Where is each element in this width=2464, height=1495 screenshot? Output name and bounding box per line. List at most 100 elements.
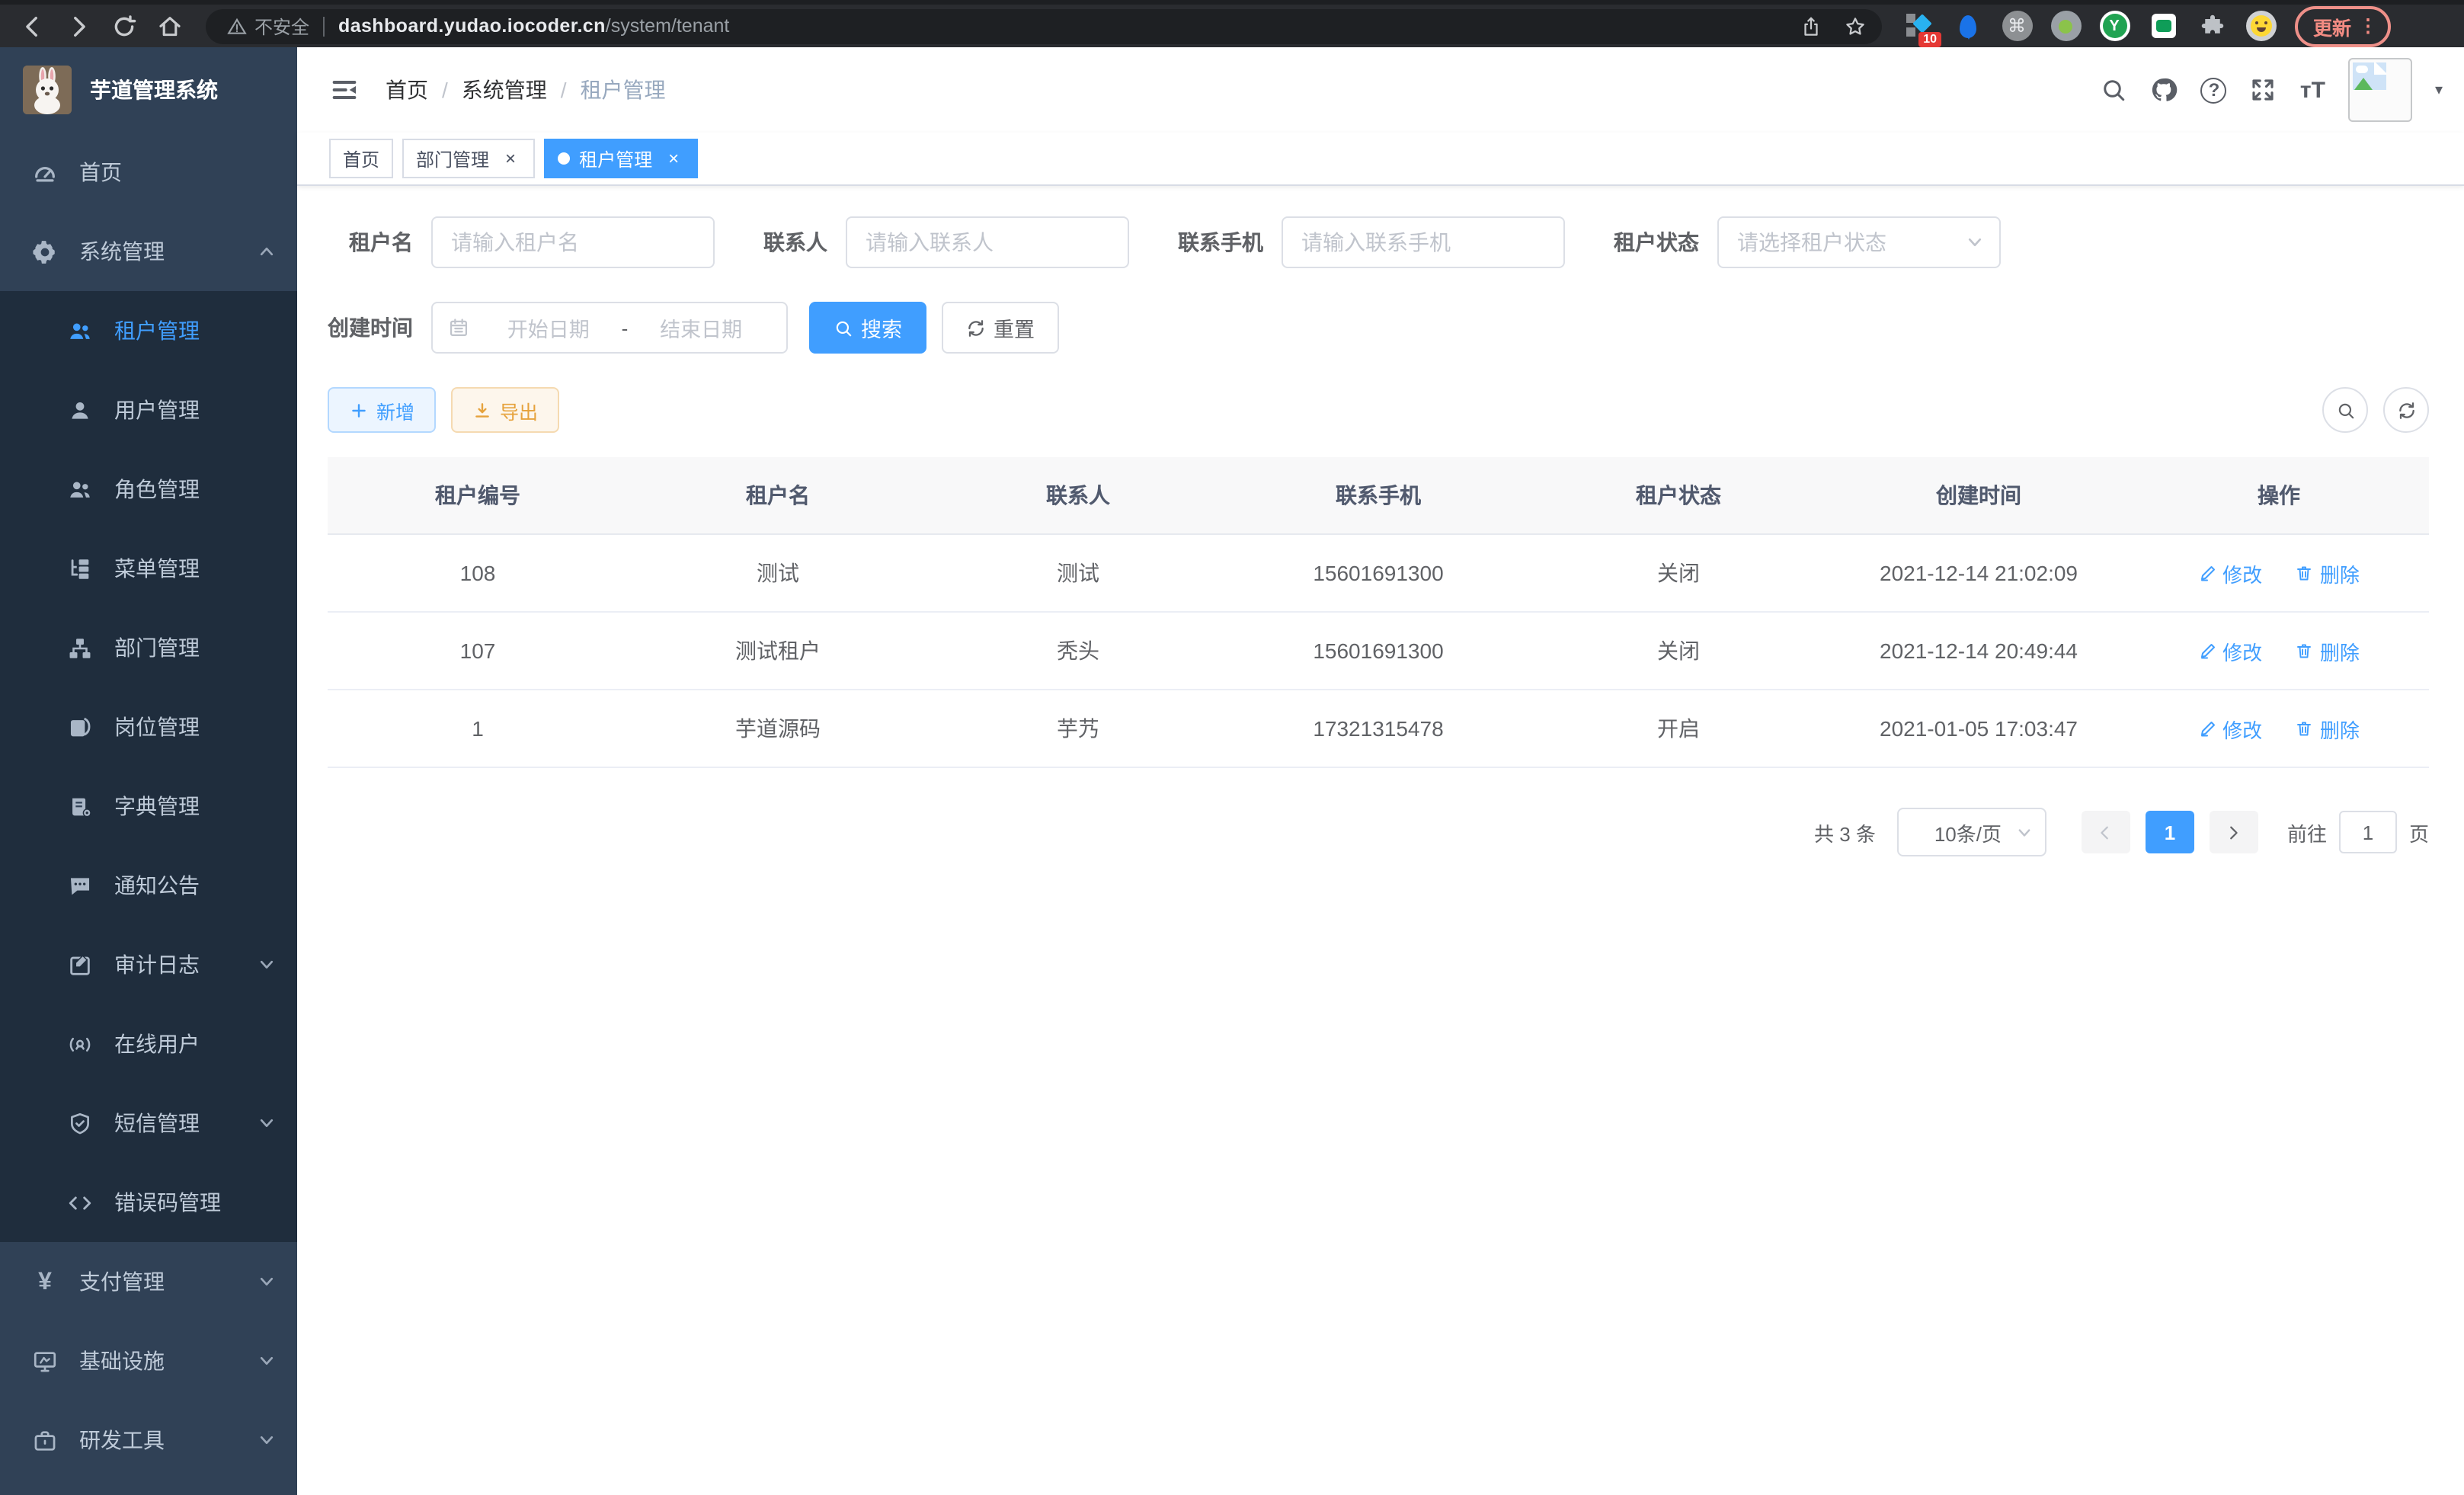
sidebar-item-post[interactable]: 岗位管理 (0, 687, 297, 767)
help-icon[interactable]: ? (2201, 77, 2227, 103)
date-range-picker[interactable]: 开始日期 - 结束日期 (431, 302, 788, 354)
chevron-down-icon (258, 956, 276, 974)
delete-link[interactable]: 删除 (2296, 559, 2360, 587)
edit-link[interactable]: 修改 (2198, 636, 2262, 665)
edit-link[interactable]: 修改 (2198, 559, 2262, 587)
sidebar-item-devtools[interactable]: 研发工具 (0, 1401, 297, 1480)
tag-close-icon[interactable]: × (500, 148, 521, 169)
sidebar-item-audit-log[interactable]: 审计日志 (0, 925, 297, 1004)
app-logo[interactable]: 芋道管理系统 (0, 47, 297, 133)
font-size-icon[interactable]: тT (2300, 77, 2325, 103)
contact-input[interactable] (846, 216, 1129, 268)
tenant-name-input[interactable] (431, 216, 715, 268)
export-button[interactable]: 导出 (451, 387, 559, 433)
profile-avatar-icon[interactable] (2245, 10, 2277, 42)
app-window: 芋道管理系统 首页 系统管理 租户管理 (0, 47, 2464, 1495)
extension-pin-icon[interactable] (1952, 10, 1984, 42)
header-search-icon[interactable] (2101, 76, 2128, 104)
bookmark-star-icon[interactable] (1844, 14, 1867, 37)
tag-tenant-active[interactable]: 租户管理 × (544, 139, 698, 178)
reset-button[interactable]: 重置 (942, 302, 1059, 354)
sidebar-item-dict[interactable]: 字典管理 (0, 767, 297, 846)
command-glyph: ⌘ (2008, 15, 2026, 37)
fullscreen-icon[interactable] (2250, 76, 2277, 104)
next-page-button[interactable] (2210, 811, 2258, 853)
cell-status: 关闭 (1528, 534, 1829, 612)
cell-actions: 修改 删除 (2129, 612, 2429, 690)
delete-link[interactable]: 删除 (2296, 714, 2360, 743)
avatar-caret-icon[interactable]: ▾ (2435, 82, 2443, 98)
sidebar-item-infra[interactable]: 基础设施 (0, 1321, 297, 1401)
mobile-input[interactable] (1282, 216, 1565, 268)
search-icon (834, 318, 853, 338)
tag-dept[interactable]: 部门管理 × (402, 139, 535, 178)
browser-menu-icon[interactable]: ⋮ (2359, 15, 2377, 37)
share-icon[interactable] (1800, 14, 1822, 37)
sidebar-item-label: 短信管理 (114, 1108, 236, 1138)
logo-avatar (23, 66, 72, 114)
url-path: /system/tenant (606, 15, 730, 37)
delete-label: 删除 (2320, 714, 2360, 743)
sidebar-item-user[interactable]: 用户管理 (0, 370, 297, 450)
col-contact: 联系人 (928, 457, 1228, 534)
filter-row-2: 创建时间 开始日期 - 结束日期 搜索 重置 (328, 302, 2429, 354)
extension-record-icon[interactable] (2050, 10, 2082, 42)
sidebar-item-system[interactable]: 系统管理 (0, 212, 297, 291)
prev-page-button[interactable] (2082, 811, 2130, 853)
sidebar-item-payment[interactable]: ¥ 支付管理 (0, 1242, 297, 1321)
extensions-puzzle-icon[interactable] (2196, 10, 2228, 42)
browser-forward-icon[interactable] (66, 13, 91, 39)
edit-label: 修改 (2222, 714, 2262, 743)
refresh-icon (966, 318, 986, 338)
extension-y-logo-icon[interactable]: Y (2098, 10, 2130, 42)
tag-close-icon[interactable]: × (663, 148, 684, 169)
sidebar-item-dept[interactable]: 部门管理 (0, 608, 297, 687)
filter-mobile: 联系手机 (1178, 216, 1565, 268)
extension-command-icon[interactable]: ⌘ (2001, 10, 2033, 42)
sidebar-item-tenant[interactable]: 租户管理 (0, 291, 297, 370)
pen-icon (2198, 719, 2216, 738)
broadcast-icon (67, 1031, 93, 1057)
collapse-sidebar-icon[interactable] (329, 75, 360, 105)
toggle-search-button[interactable] (2322, 387, 2368, 433)
edit-link[interactable]: 修改 (2198, 714, 2262, 743)
tag-home[interactable]: 首页 (329, 139, 393, 178)
browser-back-icon[interactable] (20, 13, 46, 39)
chevron-down-icon (258, 1352, 276, 1370)
extension-diamond-icon[interactable]: 10 (1903, 10, 1935, 42)
page-size-select[interactable]: 10条/页 (1897, 808, 2046, 856)
browser-update-button[interactable]: 更新 ⋮ (2295, 5, 2391, 46)
sidebar-item-online-users[interactable]: 在线用户 (0, 1004, 297, 1084)
browser-home-icon[interactable] (157, 13, 183, 39)
security-label: 不安全 (254, 13, 309, 39)
add-button[interactable]: 新增 (328, 387, 436, 433)
extension-chat-icon[interactable] (2147, 10, 2179, 42)
sidebar-item-menu[interactable]: 菜单管理 (0, 529, 297, 608)
search-button[interactable]: 搜索 (809, 302, 926, 354)
delete-link[interactable]: 删除 (2296, 636, 2360, 665)
user-avatar[interactable] (2348, 58, 2412, 122)
cell-tenant-id: 107 (328, 612, 628, 690)
github-icon[interactable] (2151, 76, 2178, 104)
mobile-label: 联系手机 (1178, 227, 1263, 258)
address-bar[interactable]: 不安全 dashboard.yudao.iocoder.cn/system/te… (206, 8, 1882, 43)
page-number-1[interactable]: 1 (2146, 811, 2194, 853)
sitemap-icon (67, 635, 93, 661)
breadcrumb-separator: / (561, 78, 567, 102)
browser-reload-icon[interactable] (111, 13, 137, 39)
refresh-table-button[interactable] (2383, 387, 2429, 433)
breadcrumb-home[interactable]: 首页 (386, 75, 428, 105)
sidebar-item-notice[interactable]: 通知公告 (0, 846, 297, 925)
sidebar-item-error-code[interactable]: 错误码管理 (0, 1163, 297, 1242)
tags-view-bar: 首页 部门管理 × 租户管理 × (297, 133, 2464, 186)
book-gear-icon (67, 793, 93, 819)
goto-page-input[interactable] (2339, 811, 2397, 853)
sidebar-item-sms[interactable]: 短信管理 (0, 1084, 297, 1163)
status-select[interactable]: 请选择租户状态 (1717, 216, 2001, 268)
breadcrumb-system[interactable]: 系统管理 (462, 75, 547, 105)
delete-label: 删除 (2320, 636, 2360, 665)
table-row: 1 芋道源码 芋艿 17321315478 开启 2021-01-05 17:0… (328, 690, 2429, 767)
sidebar-item-home[interactable]: 首页 (0, 133, 297, 212)
cell-actions: 修改 删除 (2129, 534, 2429, 612)
sidebar-item-role[interactable]: 角色管理 (0, 450, 297, 529)
